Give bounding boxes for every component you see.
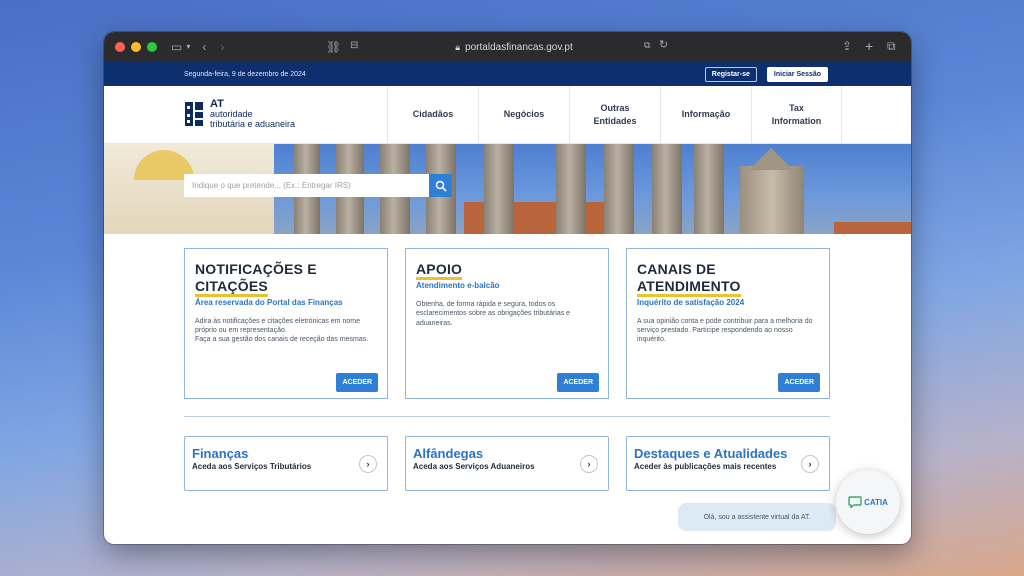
tabs-overview-icon[interactable]: ⧉: [887, 40, 896, 52]
nav-label: Cidadãos: [412, 109, 454, 120]
hero-column: [484, 144, 514, 234]
card-title-line2: ATENDIMENTO: [637, 277, 741, 297]
nav-label: Negócios: [503, 109, 545, 120]
card-canais-atendimento: CANAIS DE ATENDIMENTO Inquérito de satis…: [626, 248, 830, 399]
main-nav: Cidadãos Negócios Outras Entidades Infor…: [387, 86, 842, 143]
hero-column: [694, 144, 724, 234]
link-subtitle: Aceda aos Serviços Tributários: [192, 462, 312, 471]
card-notificacoes: NOTIFICAÇÕES E CITAÇÕES Área reservada d…: [184, 248, 388, 399]
search-input[interactable]: [184, 174, 429, 197]
assistant-greeting: Olá, sou a assistente virtual da AT.: [703, 513, 811, 521]
card-title-line1: APOIO: [416, 261, 463, 280]
close-window-button[interactable]: [115, 42, 125, 52]
nav-item-outras-entidades[interactable]: Outras Entidades: [569, 86, 660, 143]
top-bar: Segunda-feira, 9 de dezembro de 2024 Reg…: [104, 62, 911, 86]
search-button[interactable]: [429, 174, 452, 197]
browser-toolbar: ▭ ▾ ‹ › ⛓ ⊟ 🔒︎ portaldasfinancas.gov.pt …: [104, 32, 911, 62]
reload-icon[interactable]: ↻: [659, 40, 668, 51]
link-title: Destaques e Atualidades: [634, 446, 788, 461]
virtual-assistant-button[interactable]: CATIA: [836, 470, 900, 534]
link-subtitle: Aceda aos Serviços Aduaneiros: [413, 462, 535, 471]
browser-window: ▭ ▾ ‹ › ⛓ ⊟ 🔒︎ portaldasfinancas.gov.pt …: [104, 32, 911, 544]
hero-roof-right: [834, 222, 911, 234]
aceder-button[interactable]: ACEDER: [778, 373, 820, 392]
logo-line2: tributária e aduaneira: [210, 118, 296, 129]
card-title: APOIO: [416, 261, 598, 280]
forward-icon[interactable]: ›: [220, 41, 224, 53]
aceder-button[interactable]: ACEDER: [557, 373, 599, 392]
new-tab-icon[interactable]: +: [865, 39, 873, 53]
chevron-right-icon[interactable]: ›: [359, 455, 377, 473]
card-title-line1: CANAIS DE: [637, 261, 716, 277]
login-button[interactable]: Iniciar Sessão: [766, 66, 828, 82]
share-sheet-icon[interactable]: ⊟: [350, 41, 358, 51]
section-divider: [184, 416, 830, 417]
search-icon: [435, 180, 447, 192]
at-logo[interactable]: AT autoridade tributária e aduaneira: [184, 98, 295, 130]
share-icon[interactable]: ⇪: [842, 40, 852, 52]
card-subtitle: Atendimento e-balcão: [416, 280, 500, 290]
card-text: A sua opinião conta e pode contribuir pa…: [637, 317, 813, 344]
card-subtitle: Área reservada do Portal das Finanças: [195, 297, 343, 307]
nav-item-informacao[interactable]: Informação: [660, 86, 751, 143]
card-subtitle: Inquérito de satisfação 2024: [637, 297, 745, 307]
hero-column: [652, 144, 682, 234]
nav-label: Tax Information: [771, 103, 822, 126]
assistant-greeting-bubble[interactable]: Olá, sou a assistente virtual da AT.: [678, 503, 836, 531]
site-header: AT autoridade tributária e aduaneira Cid…: [104, 86, 911, 144]
chat-bubble-icon: [848, 496, 862, 508]
feature-cards: NOTIFICAÇÕES E CITAÇÕES Área reservada d…: [184, 248, 830, 399]
card-title-line1: NOTIFICAÇÕES E: [195, 261, 317, 277]
link-title: Finanças: [192, 446, 249, 461]
sidebar-icon[interactable]: ▭: [171, 41, 182, 53]
hero-tower-spire: [749, 148, 793, 170]
zoom-window-button[interactable]: [147, 42, 157, 52]
nav-item-negocios[interactable]: Negócios: [478, 86, 569, 143]
nav-item-cidadaos[interactable]: Cidadãos: [387, 86, 478, 143]
service-links: Finanças Aceda aos Serviços Tributários …: [184, 436, 830, 491]
search-bar: [184, 174, 452, 197]
chevron-down-icon[interactable]: ▾: [186, 43, 190, 51]
link-card-alfandegas[interactable]: Alfândegas Aceda aos Serviços Aduaneiros…: [405, 436, 609, 491]
card-title: CANAIS DE ATENDIMENTO: [637, 261, 819, 297]
link-card-destaques[interactable]: Destaques e Atualidades Aceder às public…: [626, 436, 830, 491]
minimize-window-button[interactable]: [131, 42, 141, 52]
back-icon[interactable]: ‹: [202, 41, 206, 53]
aceder-button[interactable]: ACEDER: [336, 373, 378, 392]
nav-label: Outras Entidades: [593, 103, 637, 126]
hero-banner: [104, 144, 911, 234]
nav-item-tax-information[interactable]: Tax Information: [751, 86, 842, 143]
address-bar[interactable]: 🔒︎ portaldasfinancas.gov.pt: [414, 39, 614, 55]
hero-column: [556, 144, 586, 234]
card-text: Obtenha, de forma rápida e segura, todos…: [416, 300, 571, 327]
card-title-line2: CITAÇÕES: [195, 277, 268, 297]
address-url: portaldasfinancas.gov.pt: [465, 41, 573, 53]
card-text: Adira às notificações e citações eletrón…: [195, 317, 369, 344]
lock-icon: 🔒︎: [455, 41, 461, 52]
assistant-name: CATIA: [864, 497, 888, 507]
current-date: Segunda-feira, 9 de dezembro de 2024: [184, 70, 306, 78]
chevron-right-icon[interactable]: ›: [801, 455, 819, 473]
card-apoio: APOIO Atendimento e-balcão Obtenha, de f…: [405, 248, 609, 399]
at-emblem-icon: [185, 102, 203, 126]
register-button[interactable]: Registar-se: [704, 66, 757, 82]
nav-label: Informação: [681, 109, 731, 120]
link-subtitle: Aceder às publicações mais recentes: [634, 462, 777, 471]
card-title: NOTIFICAÇÕES E CITAÇÕES: [195, 261, 377, 297]
window-controls: [115, 42, 157, 52]
link-title: Alfândegas: [413, 446, 484, 461]
chevron-right-icon[interactable]: ›: [580, 455, 598, 473]
hero-tower: [740, 166, 804, 234]
translate-icon[interactable]: ⧉: [644, 41, 650, 50]
link-card-financas[interactable]: Finanças Aceda aos Serviços Tributários …: [184, 436, 388, 491]
hero-column: [604, 144, 634, 234]
link-icon[interactable]: ⛓: [326, 41, 341, 53]
